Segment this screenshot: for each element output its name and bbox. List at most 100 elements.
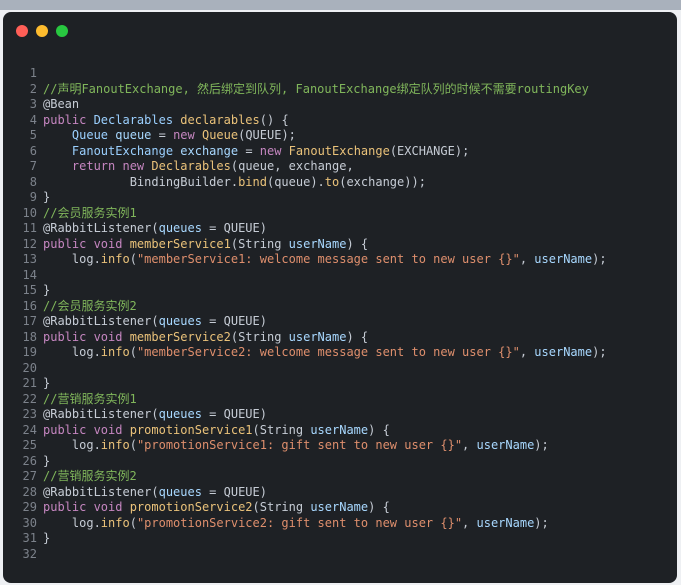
code-token: ); [592, 345, 607, 359]
code-token: ) { [368, 422, 390, 437]
line-content: } [37, 190, 50, 206]
maximize-button[interactable] [56, 25, 68, 37]
code-token: , [519, 252, 535, 266]
code-token: ); [592, 252, 607, 266]
line-content [37, 361, 43, 377]
line-number: 2 [29, 81, 37, 96]
line-number: 29 [22, 500, 37, 514]
line-number: 22 [22, 391, 37, 406]
line-content: log.info("promotionService1: gift sent t… [37, 438, 549, 454]
code-token: userName [534, 252, 593, 266]
code-token: = QUEUE) [209, 221, 267, 235]
code-token: log. [43, 252, 101, 266]
line-content: public void memberService2(String userNa… [37, 330, 368, 346]
code-token: } [43, 190, 51, 204]
code-token: "promotionService2: gift sent to new use… [136, 515, 463, 530]
code-token: new [122, 159, 152, 173]
code-token: public void [43, 329, 130, 344]
line-number: 10 [22, 205, 37, 220]
code-token: queues [158, 221, 210, 235]
code-token: return [71, 159, 123, 173]
code-token: userName [288, 236, 347, 251]
minimize-button[interactable] [36, 25, 48, 37]
code-token: Queue [71, 128, 116, 142]
code-token: //会员服务实例1 [43, 205, 137, 220]
code-token: = [158, 128, 174, 142]
code-token: memberService1 [129, 236, 231, 251]
code-line: 2 //声明FanoutExchange, 然后绑定到队列, FanoutExch… [3, 82, 677, 98]
code-token: (EXCHANGE); [389, 143, 470, 158]
line-content: log.info("memberService2: welcome messag… [37, 345, 607, 361]
code-line: 24 public void promotionService1(String u… [3, 423, 677, 439]
line-number: 11 [22, 221, 37, 235]
code-token: (queue, exchange, [230, 159, 354, 173]
line-number: 15 [22, 283, 37, 297]
line-content: } [37, 283, 50, 299]
line-content: public void promotionService1(String use… [37, 423, 390, 439]
line-number: 14 [22, 267, 37, 282]
code-token: info [100, 252, 130, 266]
line-content: public Declarables declarables() { [37, 113, 289, 129]
code-token: @RabbitListener( [43, 314, 159, 328]
code-line: 5 Queue queue = new Queue(QUEUE); [3, 128, 677, 144]
line-content: @RabbitListener(queues = QUEUE) [37, 407, 267, 423]
code-token: info [100, 438, 130, 452]
code-token: //营销服务实例1 [43, 391, 137, 406]
code-token: queues [158, 314, 210, 328]
line-content: BindingBuilder.bind(queue).to(exchange))… [37, 175, 426, 191]
code-token: FanoutExchange [288, 143, 390, 158]
code-line: 10 //会员服务实例1 [3, 206, 677, 222]
window-controls [16, 25, 68, 37]
line-number: 32 [22, 546, 37, 561]
line-content: @RabbitListener(queues = QUEUE) [37, 485, 267, 501]
line-number: 20 [22, 360, 37, 375]
line-content: } [37, 531, 50, 547]
code-token: = QUEUE) [209, 407, 267, 421]
line-number: 25 [22, 438, 37, 452]
code-line: 6 FanoutExchange exchange = new FanoutEx… [3, 144, 677, 160]
code-line: 23 @RabbitListener(queues = QUEUE) [3, 407, 677, 423]
code-token: queues [158, 407, 210, 421]
code-token: (queue). [266, 174, 325, 189]
code-token: Queue [201, 128, 239, 142]
code-token: (String [230, 329, 289, 344]
line-number: 12 [22, 236, 37, 251]
line-content: //会员服务实例1 [37, 206, 137, 222]
top-bar [0, 0, 681, 10]
close-button[interactable] [16, 25, 28, 37]
code-token: queue [115, 128, 159, 142]
code-token: declarables [180, 112, 260, 127]
line-number: 4 [29, 112, 37, 127]
code-token: log. [43, 515, 101, 530]
code-token: exchange [180, 143, 246, 158]
code-token: @RabbitListener( [43, 407, 159, 421]
code-line: 14 [3, 268, 677, 284]
code-token: ) { [368, 500, 390, 514]
code-line: 22 //营销服务实例1 [3, 392, 677, 408]
code-token: () { [259, 112, 289, 127]
line-number: 23 [22, 407, 37, 421]
line-content: } [37, 376, 50, 392]
line-content: log.info("promotionService2: gift sent t… [37, 516, 549, 532]
code-token: (exchange)); [339, 174, 426, 189]
line-number: 5 [29, 128, 37, 142]
code-token: = QUEUE) [209, 484, 267, 499]
code-token: to [324, 174, 340, 189]
code-token: promotionService2 [129, 500, 253, 514]
code-line: 31} [3, 531, 677, 547]
code-token: log. [43, 345, 101, 359]
code-token: ) { [346, 236, 369, 251]
code-token: memberService2 [129, 329, 231, 344]
code-window: 1 2 //声明FanoutExchange, 然后绑定到队列, FanoutExc… [3, 12, 677, 583]
code-token: Declarables [151, 159, 231, 173]
line-content: public void promotionService2(String use… [37, 500, 390, 516]
line-content: //会员服务实例2 [37, 299, 137, 315]
line-number: 27 [22, 469, 37, 483]
code-line: 30 log.info("promotionService2: gift sen… [3, 516, 677, 532]
code-token: BindingBuilder. [43, 174, 239, 189]
code-token: log. [43, 438, 101, 452]
code-token: userName [310, 500, 369, 514]
code-token: FanoutExchange [71, 143, 181, 158]
line-content: Queue queue = new Queue(QUEUE); [37, 128, 296, 144]
